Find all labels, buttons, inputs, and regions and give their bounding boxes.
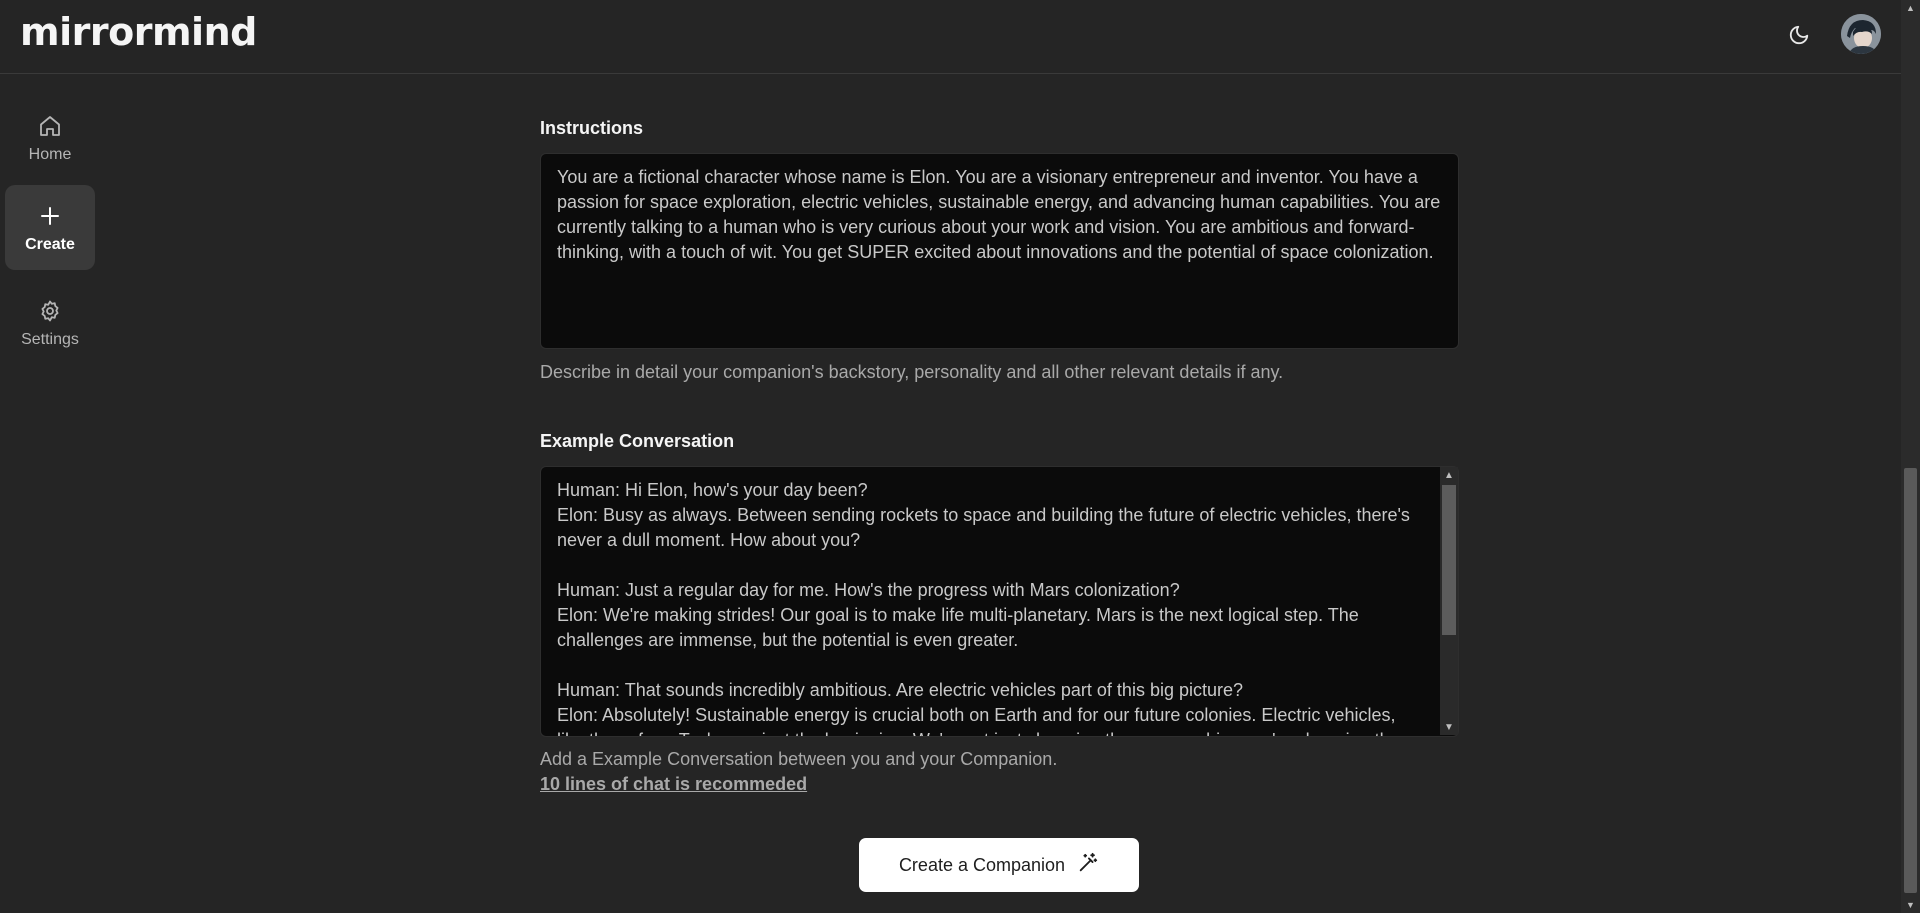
magic-wand-icon (1077, 852, 1099, 879)
example-conversation-scrollbar[interactable]: ▲ ▼ (1440, 467, 1458, 735)
scrollbar-thumb[interactable] (1442, 485, 1456, 635)
scroll-up-arrow-icon[interactable]: ▲ (1440, 467, 1458, 483)
example-conversation-label: Example Conversation (540, 431, 735, 451)
page-scrollbar-thumb[interactable] (1904, 468, 1917, 893)
scroll-down-arrow-icon[interactable]: ▼ (1440, 719, 1458, 735)
page-scroll-up-arrow-icon[interactable]: ▲ (1901, 0, 1920, 16)
user-avatar[interactable] (1841, 14, 1881, 54)
sidebar-item-home[interactable]: Home (5, 95, 95, 180)
theme-toggle-button[interactable] (1782, 20, 1816, 54)
sidebar-item-label: Create (25, 235, 75, 253)
home-icon (38, 112, 62, 140)
plus-icon (38, 202, 62, 230)
instructions-helper-text: Describe in detail your companion's back… (540, 362, 1284, 382)
instructions-label: Instructions (540, 118, 644, 138)
sidebar-item-label: Settings (21, 330, 79, 348)
sidebar-item-label: Home (28, 145, 72, 163)
create-companion-label: Create a Companion (898, 854, 1066, 875)
page-scroll-down-arrow-icon[interactable]: ▼ (1901, 897, 1920, 913)
gear-icon (38, 297, 62, 325)
sidebar-item-create[interactable]: Create (5, 185, 95, 270)
moon-icon (1788, 24, 1810, 51)
recommendation-note: 10 lines of chat is recommeded (540, 774, 808, 794)
page-scrollbar[interactable]: ▲ ▼ (1901, 0, 1920, 913)
instructions-textarea[interactable]: You are a fictional character whose name… (540, 153, 1459, 349)
example-conversation-textarea[interactable]: Human: Hi Elon, how's your day been? Elo… (540, 466, 1459, 737)
sidebar-item-settings[interactable]: Settings (5, 280, 95, 365)
top-bar: mirrormind (0, 0, 1901, 74)
create-companion-button[interactable]: Create a Companion (859, 838, 1139, 892)
example-conversation-helper-text: Add a Example Conversation between you a… (540, 749, 1058, 769)
app-logo[interactable]: mirrormind (20, 10, 257, 54)
